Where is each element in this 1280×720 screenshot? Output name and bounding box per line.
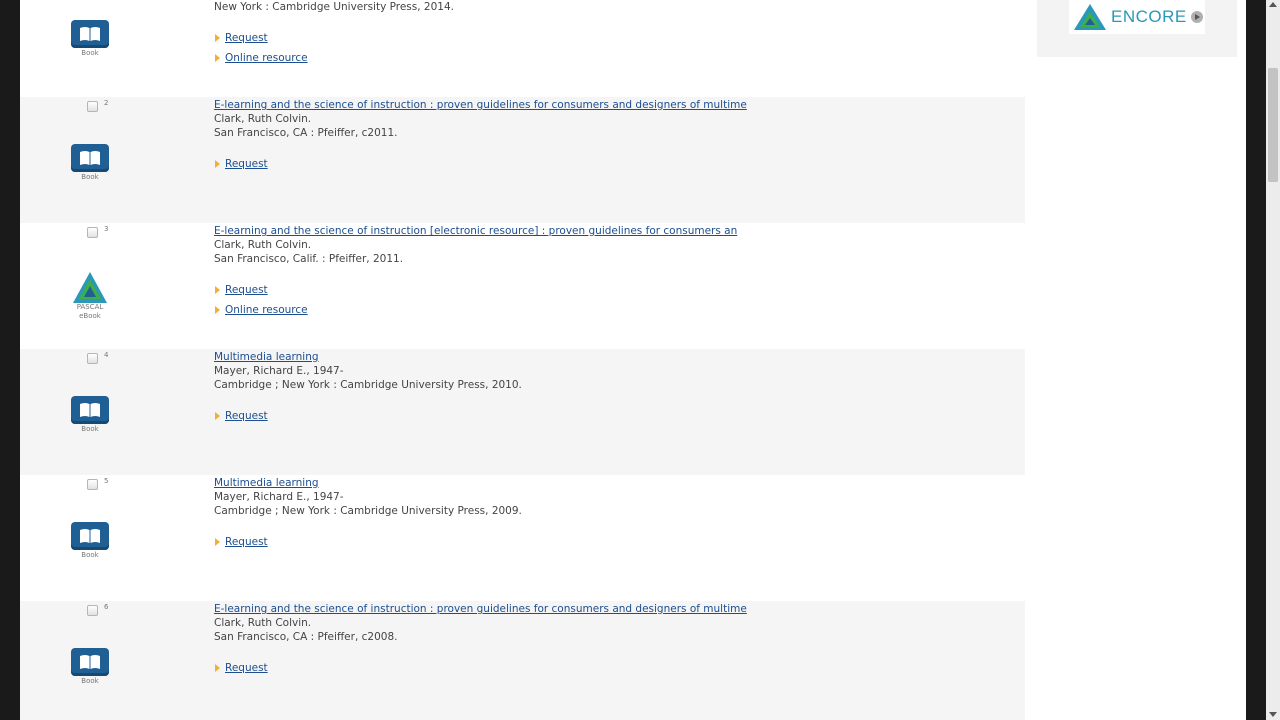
result-number: 2 (104, 99, 109, 107)
arrow-icon (215, 286, 220, 294)
select-checkbox[interactable] (87, 605, 98, 616)
scroll-down-arrow-icon[interactable] (1269, 712, 1277, 717)
format-label: Book (81, 551, 99, 559)
book-icon-container[interactable]: Book (69, 396, 111, 434)
book-icon[interactable] (71, 396, 109, 424)
format-label: Book (81, 425, 99, 433)
result-number: 6 (104, 603, 109, 611)
book-icon[interactable] (71, 648, 109, 676)
request-link[interactable]: Request (225, 158, 268, 170)
result-number: 4 (104, 351, 109, 359)
format-label: PASCAL eBook (76, 303, 104, 320)
book-icon[interactable] (71, 20, 109, 48)
publisher-info: New York : Cambridge University Press, 2… (214, 1, 454, 13)
result-item-3: 3 PASCAL eBook E-learning and the scienc… (20, 223, 1025, 349)
book-icon-container[interactable]: Book (69, 522, 111, 560)
select-checkbox[interactable] (87, 479, 98, 490)
result-item-2: 2 Book E-learning and the science of ins… (20, 97, 1025, 223)
book-icon-container[interactable]: Book (69, 648, 111, 686)
author: Mayer, Richard E., 1947- (214, 365, 344, 377)
book-icon-container[interactable]: Book (69, 144, 111, 182)
ebook-icon-container[interactable]: PASCAL eBook (69, 271, 111, 321)
arrow-icon (215, 306, 220, 314)
result-title-link[interactable]: E-learning and the science of instructio… (214, 602, 1014, 616)
arrow-icon (215, 54, 220, 62)
publisher-info: Cambridge ; New York : Cambridge Univers… (214, 379, 522, 391)
result-title-link[interactable]: Multimedia learning (214, 350, 1014, 364)
arrow-icon (215, 34, 220, 42)
play-icon[interactable] (1190, 11, 1203, 23)
request-link[interactable]: Request (225, 410, 268, 422)
scrollbar-thumb[interactable] (1268, 68, 1278, 182)
result-item-6: 6 Book E-learning and the science of ins… (20, 601, 1025, 720)
encore-logo[interactable]: ENCORE (1069, 0, 1205, 34)
book-icon[interactable] (71, 522, 109, 550)
online-resource-link[interactable]: Online resource (225, 52, 308, 64)
book-icon-container[interactable]: Book (69, 20, 111, 58)
publisher-info: San Francisco, CA : Pfeiffer, c2008. (214, 631, 398, 643)
encore-logo-text: ENCORE (1111, 7, 1187, 26)
format-label: Book (81, 49, 99, 57)
arrow-icon (215, 412, 220, 420)
author: Clark, Ruth Colvin. (214, 617, 312, 629)
scroll-up-arrow-icon[interactable] (1269, 2, 1277, 7)
arrow-icon (215, 664, 220, 672)
author: Mayer, Richard E., 1947- (214, 491, 344, 503)
author: Clark, Ruth Colvin. (214, 113, 312, 125)
format-label: Book (81, 677, 99, 685)
search-results-page: Book New York : Cambridge University Pre… (20, 0, 1246, 720)
results-list: Book New York : Cambridge University Pre… (20, 0, 1025, 720)
result-item-5: 5 Book Multimedia learning Mayer, Richar… (20, 475, 1025, 601)
result-number: 5 (104, 477, 109, 485)
author: Clark, Ruth Colvin. (214, 239, 312, 251)
encore-logo-icon (1074, 4, 1106, 30)
publisher-info: San Francisco, CA : Pfeiffer, c2011. (214, 127, 398, 139)
book-icon[interactable] (71, 144, 109, 172)
result-title-link[interactable]: E-learning and the science of instructio… (214, 98, 1014, 112)
publisher-info: Cambridge ; New York : Cambridge Univers… (214, 505, 522, 517)
request-link[interactable]: Request (225, 284, 268, 296)
format-label: Book (81, 173, 99, 181)
arrow-icon (215, 160, 220, 168)
pascal-ebook-icon[interactable] (71, 271, 109, 305)
result-title-link[interactable]: Multimedia learning (214, 476, 1014, 490)
vertical-scrollbar[interactable] (1266, 0, 1280, 720)
online-resource-link[interactable]: Online resource (225, 304, 308, 316)
select-checkbox[interactable] (87, 101, 98, 112)
request-link[interactable]: Request (225, 32, 268, 44)
request-link[interactable]: Request (225, 536, 268, 548)
publisher-info: San Francisco, Calif. : Pfeiffer, 2011. (214, 253, 404, 265)
select-checkbox[interactable] (87, 353, 98, 364)
select-checkbox[interactable] (87, 227, 98, 238)
request-link[interactable]: Request (225, 662, 268, 674)
result-item-4: 4 Book Multimedia learning Mayer, Richar… (20, 349, 1025, 475)
result-item-1: Book New York : Cambridge University Pre… (20, 0, 1025, 97)
result-number: 3 (104, 225, 109, 233)
result-title-link[interactable]: E-learning and the science of instructio… (214, 224, 1014, 238)
arrow-icon (215, 538, 220, 546)
